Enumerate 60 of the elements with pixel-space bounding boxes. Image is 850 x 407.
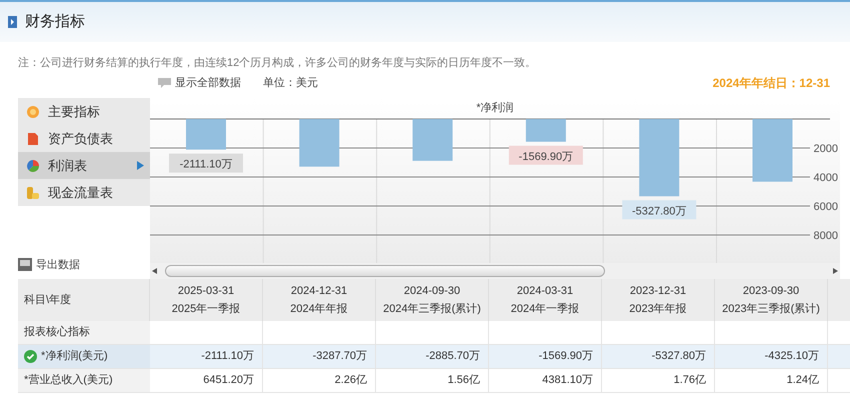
tooltip-text: -2111.10万 — [180, 158, 232, 171]
export-icon — [18, 258, 32, 272]
row-label: *净利润(美元) — [18, 345, 150, 369]
column-header: 2025-03-31 2025年一季报 — [150, 279, 263, 321]
tooltip-text: -5327.80万 — [632, 205, 686, 218]
chart-bar — [186, 119, 226, 150]
chart-bar — [412, 119, 453, 161]
year-end-label: 2024年年结日：12-31 — [712, 75, 830, 92]
note-text: 注：公司进行财务结算的执行年度，由连续12个历月构成，许多公司的财务年度与实际的日历年度不一致。 — [18, 57, 536, 69]
table-cell: 1.24亿 — [715, 369, 828, 393]
export-button[interactable]: 导出数据 — [18, 256, 150, 273]
chart-title: *净利润 — [476, 102, 514, 114]
show-all-button[interactable]: 显示全部数据 — [158, 74, 241, 92]
axis-tick-label: 2000 — [814, 143, 838, 155]
table-cell: 1.56亿 — [376, 369, 489, 393]
arrow-icon — [8, 16, 17, 28]
column-header: 2023-09-30 2023年三季报(累计) — [715, 279, 828, 321]
axis-tick-label: 4000 — [814, 172, 838, 184]
table-cell — [828, 345, 850, 369]
menu-item[interactable]: 利润表 — [18, 152, 150, 179]
row-label: *营业总收入(美元) — [18, 369, 150, 393]
tooltip-text: -1569.90万 — [518, 150, 574, 163]
menu-item[interactable]: 现金流量表 — [18, 179, 150, 206]
right-arrow-icon — [833, 268, 838, 274]
table-cell: 6451.20万 — [150, 369, 263, 393]
chart-bar — [526, 119, 566, 142]
triangle-icon — [137, 161, 144, 170]
table-cell: 2.26亿 — [263, 369, 376, 393]
column-header: 2023-12-31 2023年年报 — [602, 279, 715, 321]
header-cell: 科目\年度 — [18, 279, 150, 321]
row-label: 报表核心指标 — [18, 321, 150, 345]
column-header: 2024-09-30 2024年三季报(累计) — [376, 279, 489, 321]
unit-label: 单位：美元 — [263, 76, 318, 91]
table-cell: -5327.80万 — [602, 345, 715, 369]
chart-bar — [299, 119, 340, 167]
coins-icon — [26, 186, 40, 200]
left-arrow-icon — [152, 268, 157, 274]
axis-tick-label: 6000 — [814, 201, 838, 213]
pie-chart-icon — [26, 158, 40, 172]
page-title: 财务指标 — [25, 12, 85, 32]
column-header: 2024-12-31 2024年年报 — [263, 279, 376, 321]
header-cell — [828, 279, 850, 321]
axis-tick-label: 8000 — [814, 230, 838, 242]
document-icon — [26, 132, 40, 146]
table-cell: -1569.90万 — [489, 345, 602, 369]
table-cell: -4325.10万 — [715, 345, 828, 369]
scrollbar-thumb[interactable] — [165, 265, 605, 277]
table-cell: 1.76亿 — [602, 369, 715, 393]
horizontal-scrollbar[interactable] — [150, 263, 840, 279]
flower-icon — [26, 104, 40, 118]
table-cell: -2111.10万 — [150, 345, 263, 369]
check-icon — [24, 350, 37, 363]
chart-bar — [752, 119, 792, 182]
menu-item[interactable]: 主要指标 — [18, 98, 150, 125]
comment-icon — [158, 78, 171, 88]
table-cell: 4381.10万 — [489, 369, 602, 393]
column-header: 2024-03-31 2024年一季报 — [489, 279, 602, 321]
table-cell: -3287.70万 — [263, 345, 376, 369]
menu-item[interactable]: 资产负债表 — [18, 125, 150, 152]
table-cell: -2885.70万 — [376, 345, 489, 369]
